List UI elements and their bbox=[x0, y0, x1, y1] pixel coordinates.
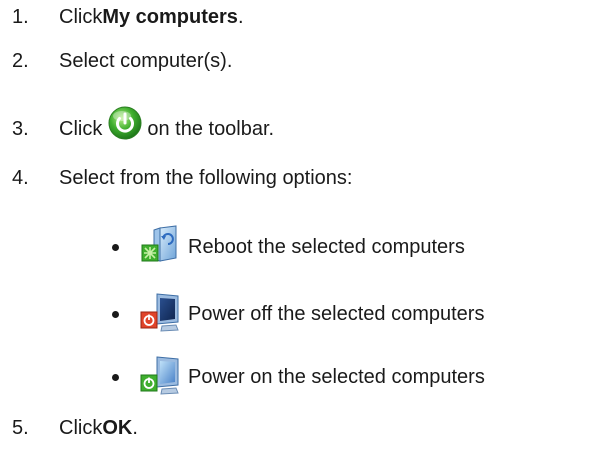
bullet bbox=[112, 310, 119, 318]
step-3: 3. Click on the toolbar. bbox=[12, 106, 275, 144]
step-2: 2. Select computer(s). bbox=[12, 46, 232, 76]
option-power-on: Power on the selected computers bbox=[112, 355, 485, 399]
option-label: Power off the selected computers bbox=[188, 302, 485, 325]
power-off-computer-icon bbox=[140, 293, 179, 332]
ok-label: OK bbox=[102, 416, 133, 439]
step-text-suffix: . bbox=[132, 416, 138, 439]
step-text: Select from the following options: bbox=[59, 166, 353, 189]
option-label: Power on the selected computers bbox=[188, 365, 485, 388]
option-power-off: Power off the selected computers bbox=[112, 292, 484, 336]
step-text-suffix: on the toolbar. bbox=[147, 117, 275, 140]
power-on-computer-icon bbox=[140, 356, 179, 395]
step-text-prefix: Click bbox=[59, 5, 103, 28]
reboot-computer-icon bbox=[141, 225, 177, 262]
option-label: Reboot the selected computers bbox=[188, 235, 465, 258]
step-number: 3. bbox=[12, 117, 29, 140]
step-number: 2. bbox=[12, 49, 29, 72]
step-4: 4. Select from the following options: bbox=[12, 163, 353, 193]
step-1: 1. Click My computers . bbox=[12, 2, 244, 32]
step-text-prefix: Click bbox=[59, 416, 103, 439]
power-icon bbox=[108, 106, 142, 140]
step-text-prefix: Click bbox=[59, 117, 103, 140]
step-text: Select computer(s). bbox=[59, 49, 233, 72]
option-reboot: Reboot the selected computers bbox=[112, 225, 465, 269]
step-number: 1. bbox=[12, 5, 29, 28]
step-5: 5. Click OK . bbox=[12, 413, 138, 443]
step-text-suffix: . bbox=[237, 5, 244, 28]
step-number: 4. bbox=[12, 166, 29, 189]
bullet bbox=[112, 243, 119, 251]
bullet bbox=[112, 373, 119, 381]
my-computers-label: My computers bbox=[102, 5, 238, 28]
step-number: 5. bbox=[12, 416, 29, 439]
